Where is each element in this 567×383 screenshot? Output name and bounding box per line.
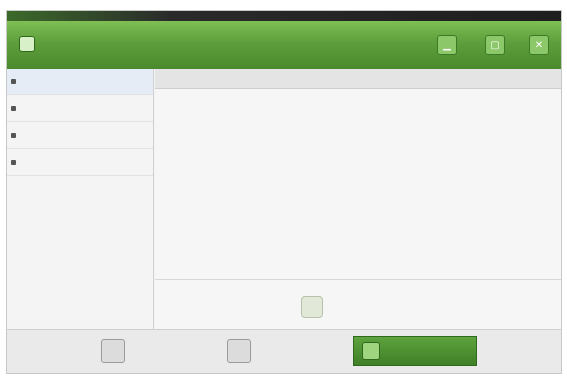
app-icon: [19, 36, 35, 52]
sidebar-item-3[interactable]: [7, 123, 153, 149]
minimize-icon: ▁: [443, 39, 451, 51]
sidebar-item-2[interactable]: [7, 96, 153, 122]
minimize-button[interactable]: ▁: [437, 35, 457, 55]
close-button[interactable]: ✕: [529, 35, 549, 55]
maximize-button[interactable]: ▢: [485, 35, 505, 55]
sidebar-item-1[interactable]: [7, 69, 153, 95]
bullet-icon: [11, 133, 16, 138]
next-button[interactable]: [353, 336, 477, 366]
sidebar: [7, 69, 154, 329]
window-top-strip: [7, 11, 561, 21]
installer-window: ▁ ▢ ✕: [6, 10, 562, 374]
option-checkbox-row[interactable]: [301, 293, 331, 321]
title-bar: ▁ ▢ ✕: [7, 21, 561, 69]
section-title: [155, 69, 561, 89]
bullet-icon: [11, 106, 16, 111]
cancel-button[interactable]: [227, 336, 337, 366]
sidebar-item-4[interactable]: [7, 150, 153, 176]
next-icon: [362, 342, 380, 360]
option-checkbox[interactable]: [301, 296, 323, 318]
back-button[interactable]: [101, 336, 211, 366]
close-icon: ✕: [534, 39, 544, 51]
cancel-icon: [227, 339, 251, 363]
bullet-icon: [11, 79, 16, 84]
footer-bar: [7, 329, 561, 373]
bullet-icon: [11, 160, 16, 165]
main-content: [155, 69, 561, 329]
divider: [155, 279, 561, 280]
maximize-icon: ▢: [490, 39, 500, 51]
back-icon: [101, 339, 125, 363]
